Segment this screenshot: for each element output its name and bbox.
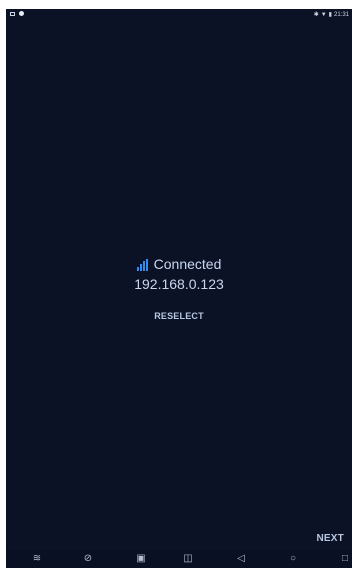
ip-address: 192.168.0.123 — [134, 276, 224, 292]
battery-icon: ▮ — [328, 12, 332, 18]
status-time: 21:31 — [333, 11, 349, 18]
app-screen: ✱ ▼ ▮ 21:31 Connected 192.168.0.123 RESE… — [6, 9, 352, 568]
status-left-icons — [10, 11, 24, 16]
system-navigation-bar: ≋ ⊘ ▣ ◫ ◁ ○ □ — [6, 550, 352, 568]
status-dot-icon — [19, 11, 24, 16]
back-icon[interactable]: ◁ — [234, 553, 248, 565]
bluetooth-icon: ✱ — [313, 12, 319, 18]
home-icon[interactable]: ○ — [286, 553, 300, 565]
connection-panel: Connected 192.168.0.123 RESELECT — [6, 255, 352, 321]
wifi-status-icon: ▼ — [320, 11, 327, 18]
volume-icon[interactable]: ◫ — [181, 553, 195, 565]
connection-status-row: Connected — [6, 255, 352, 273]
settings-icon[interactable]: ≋ — [30, 553, 44, 565]
reselect-button[interactable]: RESELECT — [6, 311, 352, 321]
block-icon[interactable]: ⊘ — [81, 553, 95, 565]
next-button[interactable]: NEXT — [317, 533, 344, 544]
connection-status: Connected — [153, 256, 222, 272]
status-notification-icon — [10, 11, 15, 16]
status-right-icons: ✱ ▼ ▮ 21:31 — [313, 11, 349, 19]
recents-icon[interactable]: □ — [338, 553, 352, 565]
status-bar: ✱ ▼ ▮ 21:31 — [6, 9, 352, 21]
screenshot-icon[interactable]: ▣ — [134, 553, 148, 565]
signal-strength-icon — [136, 258, 148, 271]
